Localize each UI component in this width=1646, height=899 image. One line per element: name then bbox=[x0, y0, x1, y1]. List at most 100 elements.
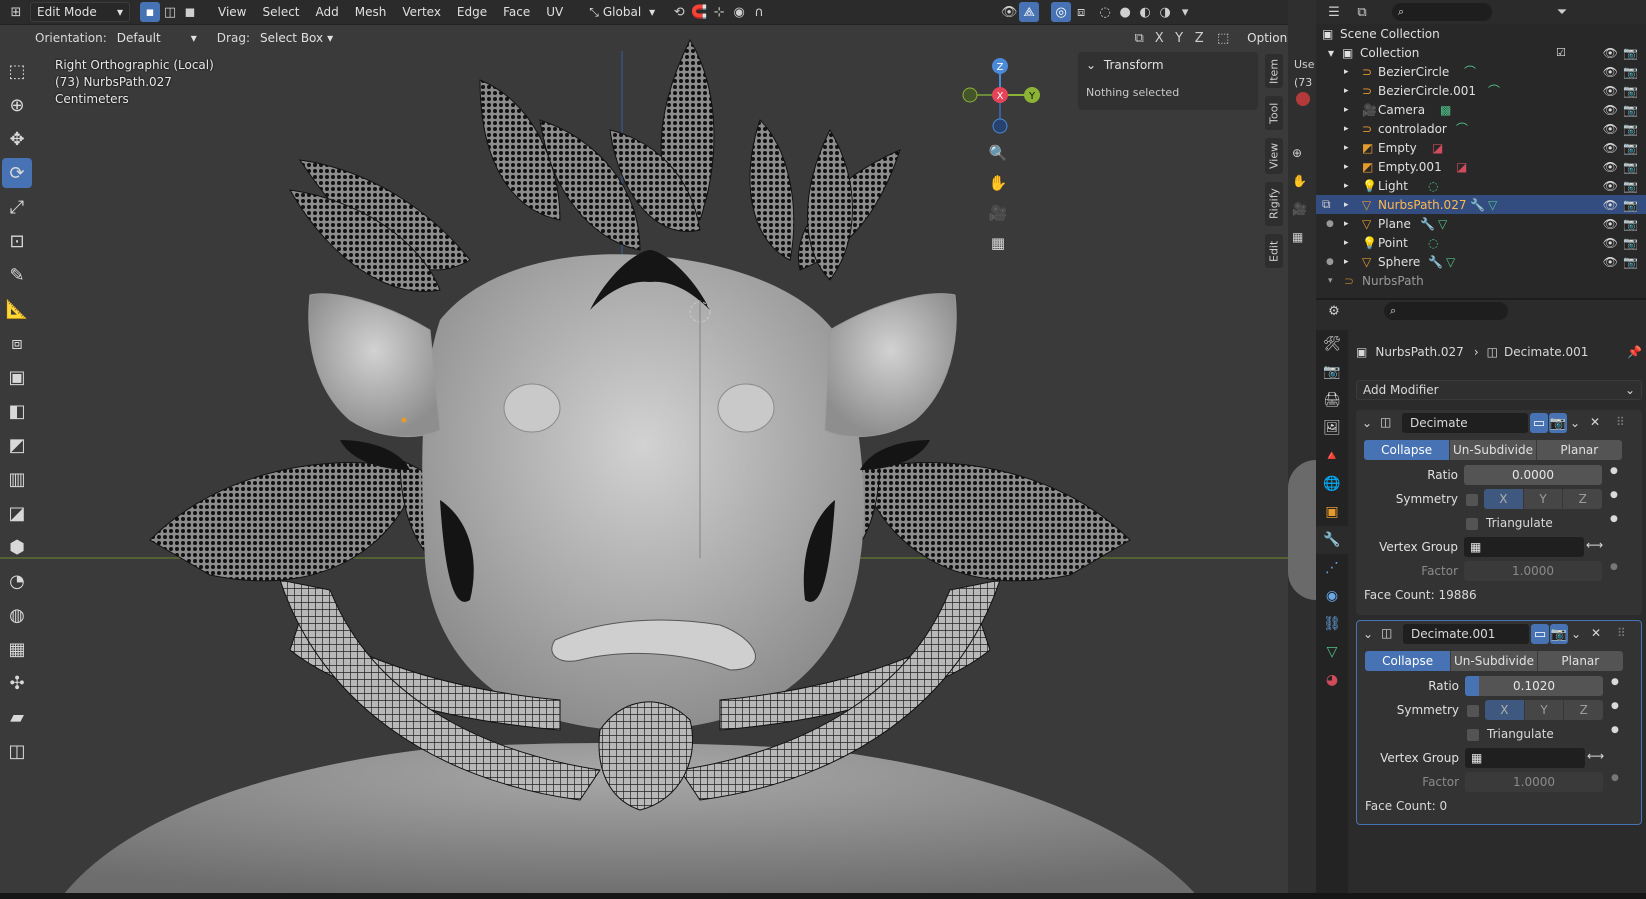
transform-orientation-dropdown[interactable]: ⤡ Global ▾ bbox=[583, 2, 661, 22]
camera-render-icon[interactable]: 📷 bbox=[1623, 141, 1638, 155]
triangulate-checkbox[interactable] bbox=[1466, 518, 1478, 530]
chevron-right-icon[interactable]: ▸ bbox=[1344, 86, 1349, 96]
mode-planar[interactable]: Planar bbox=[1536, 440, 1622, 460]
menu-edge[interactable]: Edge bbox=[449, 5, 495, 19]
knife-tool-icon[interactable]: ◪ bbox=[2, 498, 32, 528]
factor-field[interactable]: 1.0000 bbox=[1464, 561, 1602, 581]
chevron-down-icon[interactable]: ▾ bbox=[1328, 46, 1334, 60]
snap-icon[interactable]: 🧲 bbox=[689, 2, 709, 22]
editor-type-icon[interactable]: ⚙ bbox=[1324, 301, 1344, 321]
camera-render-icon[interactable]: 📷 bbox=[1623, 217, 1638, 231]
menu-mesh[interactable]: Mesh bbox=[347, 5, 395, 19]
editor-type-icon[interactable]: ⊞ bbox=[6, 2, 26, 22]
camera-render-icon[interactable]: 📷 bbox=[1623, 84, 1638, 98]
scene-render[interactable] bbox=[0, 0, 1316, 899]
render-display-icon[interactable]: 📷 bbox=[1549, 413, 1567, 433]
world-tab-icon[interactable]: 🌐 bbox=[1316, 470, 1348, 498]
select-box-tool-icon[interactable]: ⬚ bbox=[2, 56, 32, 86]
keyframe-dot-icon[interactable]: ● bbox=[1611, 773, 1619, 783]
view-layer-tab-icon[interactable]: 🖼 bbox=[1316, 414, 1348, 442]
ortho-grid-icon[interactable]: ▦ bbox=[986, 231, 1010, 255]
outliner-item[interactable]: ● ▸ ▽ Sphere 🔧 ▽ 👁 📷 bbox=[1316, 252, 1646, 271]
filter-icon[interactable]: ⏷ bbox=[1552, 2, 1572, 22]
spin-tool-icon[interactable]: ◔ bbox=[2, 566, 32, 596]
menu-uv[interactable]: UV bbox=[538, 5, 571, 19]
outliner-item[interactable]: ▸ 🎥 Camera ▩ 👁 📷 bbox=[1316, 100, 1646, 119]
mirror-z-toggle[interactable]: Z bbox=[1189, 28, 1209, 48]
cursor-tool-icon[interactable]: ⊕ bbox=[2, 90, 32, 120]
mode-planar[interactable]: Planar bbox=[1537, 651, 1623, 671]
mode-dropdown[interactable]: Edit Mode ▾ bbox=[30, 2, 130, 22]
output-tab-icon[interactable]: 🖨 bbox=[1316, 386, 1348, 414]
chevron-right-icon[interactable]: ▸ bbox=[1344, 238, 1349, 248]
camera-render-icon[interactable]: 📷 bbox=[1623, 236, 1638, 250]
symmetry-checkbox[interactable] bbox=[1466, 494, 1478, 506]
navigation-gizmo[interactable]: Z Y X bbox=[960, 58, 1060, 138]
gizmo-toggle-icon[interactable]: ⟁ bbox=[1019, 2, 1040, 22]
shear-tool-icon[interactable]: ▰ bbox=[2, 702, 32, 732]
outliner-item[interactable]: ▸ 💡 Light ◌ 👁 📷 bbox=[1316, 176, 1646, 195]
edge-slide-tool-icon[interactable]: ▦ bbox=[2, 634, 32, 664]
chevron-right-icon[interactable]: ▸ bbox=[1344, 124, 1349, 134]
keyframe-dot-icon[interactable]: ● bbox=[1610, 490, 1618, 500]
triangulate-checkbox[interactable] bbox=[1467, 729, 1479, 741]
viewport-display-icon[interactable]: ▭ bbox=[1531, 624, 1549, 644]
measure-tool-icon[interactable]: 📐 bbox=[2, 294, 32, 324]
keyframe-dot-icon[interactable]: ● bbox=[1611, 701, 1619, 711]
mode-unsubdivide[interactable]: Un-Subdivide bbox=[1451, 651, 1538, 671]
invert-arrows-icon[interactable]: ⟷ bbox=[1586, 538, 1603, 552]
pin-icon[interactable]: 📌 bbox=[1627, 345, 1642, 359]
outliner-item[interactable]: ▸ ◩ Empty ◪ 👁 📷 bbox=[1316, 138, 1646, 157]
eye-icon[interactable]: 👁 bbox=[1603, 255, 1618, 269]
camera-render-icon[interactable]: 📷 bbox=[1623, 179, 1638, 193]
transform-tool-icon[interactable]: ⊡ bbox=[2, 226, 32, 256]
axis-z[interactable]: Z bbox=[1564, 700, 1604, 720]
tab-view[interactable]: View bbox=[1265, 138, 1283, 174]
particles-tab-icon[interactable]: ⋰ bbox=[1316, 554, 1348, 582]
chevron-down-icon[interactable]: ⌄ bbox=[1362, 416, 1372, 430]
vertex-group-field[interactable]: ▦ bbox=[1465, 748, 1585, 768]
camera-render-icon[interactable]: 📷 bbox=[1623, 255, 1638, 269]
eye-icon[interactable]: 👁 bbox=[1603, 179, 1618, 193]
modifier-name-field[interactable]: Decimate bbox=[1402, 413, 1528, 433]
scene-tab-icon[interactable]: 🔺 bbox=[1316, 442, 1348, 470]
exclude-checkbox-icon[interactable]: ☑ bbox=[1556, 46, 1566, 59]
constraints-tab-icon[interactable]: ⛓ bbox=[1316, 610, 1348, 638]
bevel-tool-icon[interactable]: ◩ bbox=[2, 430, 32, 460]
data-tab-icon[interactable]: ▽ bbox=[1316, 638, 1348, 666]
chevron-right-icon[interactable]: ▸ bbox=[1344, 181, 1349, 191]
outliner-item[interactable]: ▾ ⊃ NurbsPath bbox=[1316, 271, 1646, 290]
tab-edit[interactable]: Edit bbox=[1265, 234, 1283, 268]
physics-tab-icon[interactable]: ◉ bbox=[1316, 582, 1348, 610]
mode-collapse[interactable]: Collapse bbox=[1364, 440, 1451, 460]
camera-render-icon[interactable]: 📷 bbox=[1623, 198, 1638, 212]
outliner-item[interactable]: ▸ ⊃ controlador ⌒ 👁 📷 bbox=[1316, 119, 1646, 138]
tab-item[interactable]: Item bbox=[1265, 54, 1283, 88]
tool-tab-icon[interactable]: 🛠 bbox=[1316, 330, 1348, 358]
outliner[interactable]: ☰ ⧉ ⌕ ⏷ ▣ Scene Collection ▾ ▣ Collectio… bbox=[1316, 0, 1646, 298]
symmetry-checkbox[interactable] bbox=[1467, 705, 1479, 717]
mirror-y-toggle[interactable]: Y bbox=[1169, 28, 1189, 48]
rip-tool-icon[interactable]: ◫ bbox=[2, 736, 32, 766]
menu-face[interactable]: Face bbox=[495, 5, 538, 19]
menu-vertex[interactable]: Vertex bbox=[394, 5, 449, 19]
modifier-name-field[interactable]: Decimate.001 bbox=[1403, 624, 1529, 644]
mode-collapse[interactable]: Collapse bbox=[1365, 651, 1452, 671]
outliner-item-selected[interactable]: ⧉ ▸ ▽ NurbsPath.027 🔧 ▽ 👁 📷 bbox=[1316, 195, 1646, 214]
drag-handle-icon[interactable]: ⠿ bbox=[1616, 415, 1625, 429]
ortho-grid-icon[interactable]: ▦ bbox=[1292, 230, 1303, 244]
chevron-right-icon[interactable]: ▸ bbox=[1344, 257, 1349, 267]
eye-icon[interactable]: 👁 bbox=[1603, 236, 1618, 250]
eye-icon[interactable]: 👁 bbox=[1603, 160, 1618, 174]
chevron-right-icon[interactable]: ▸ bbox=[1344, 143, 1349, 153]
outliner-item[interactable]: ▸ ⊃ BezierCircle ⌒ 👁 📷 bbox=[1316, 62, 1646, 81]
camera-view-icon[interactable]: 🎥 bbox=[986, 201, 1010, 225]
close-icon[interactable]: ✕ bbox=[1590, 415, 1600, 429]
keyframe-dot-icon[interactable]: ● bbox=[1611, 677, 1619, 687]
chevron-right-icon[interactable]: ▸ bbox=[1344, 162, 1349, 172]
vertex-select-icon[interactable]: ▪ bbox=[140, 2, 160, 22]
shading-material-icon[interactable]: ◐ bbox=[1135, 2, 1155, 22]
shading-solid-icon[interactable]: ● bbox=[1115, 2, 1135, 22]
pan-hand-icon[interactable]: ✋ bbox=[1292, 174, 1307, 188]
xray-icon[interactable]: ⧈ bbox=[1071, 2, 1091, 22]
